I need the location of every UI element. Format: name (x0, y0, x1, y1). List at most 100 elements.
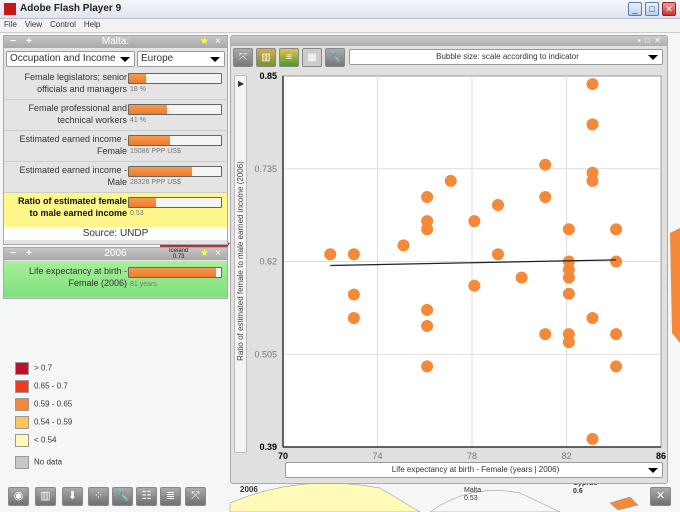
data-point (610, 255, 623, 268)
data-point (562, 223, 575, 236)
data-point (515, 271, 528, 284)
legend-item: 0.54 - 0.59 (15, 416, 72, 429)
indicator-bar (128, 267, 222, 278)
menu-bar: File View Control Help (0, 19, 680, 33)
wrench-icon[interactable]: 🔧 (325, 48, 345, 67)
close-panel-icon[interactable]: × (215, 248, 221, 260)
list-icon[interactable]: ≣ (160, 487, 181, 506)
data-point (421, 320, 434, 333)
indicator-row[interactable]: Ratio of estimated female to male earned… (4, 193, 227, 228)
legend-item: 0.59 - 0.65 (15, 398, 72, 411)
data-point (562, 271, 575, 284)
data-point (347, 311, 360, 324)
year-title: 2006 (104, 248, 127, 259)
download-icon[interactable]: ⬇ (62, 487, 83, 506)
collapse-button[interactable]: − (10, 36, 16, 48)
bar-chart-icon[interactable]: ▥ (256, 48, 276, 67)
indicator-label: Female professional and technical worker… (28, 103, 127, 125)
y-tick-label: 0.85 (259, 71, 277, 81)
legend-label: 0.54 - 0.59 (34, 417, 73, 427)
close-button[interactable]: ✕ (662, 2, 676, 16)
x-tick-label: 82 (561, 451, 571, 461)
indicator-bar (128, 104, 222, 115)
indicator-bar (128, 197, 222, 208)
legend-label: > 0.7 (34, 363, 53, 373)
data-point (562, 336, 575, 349)
legend-swatch (15, 456, 29, 469)
bubble-size-select[interactable]: Bubble size: scale according to indicato… (349, 49, 663, 65)
region-select[interactable]: Europe (137, 51, 225, 67)
data-point (586, 78, 599, 91)
maximize-button[interactable]: □ (645, 2, 659, 16)
y-axis-label: Ratio of estimated female to male earned… (236, 161, 245, 361)
indicator-row[interactable]: Estimated earned income - Male 28328 PPP … (4, 162, 227, 193)
expand-button[interactable]: + (26, 36, 32, 48)
bar-chart-icon[interactable]: ▥ (35, 487, 56, 506)
data-point (421, 303, 434, 316)
menu-file[interactable]: File (0, 19, 21, 30)
indicator-label: Estimated earned income - Female (19, 134, 127, 156)
data-point (397, 239, 410, 252)
minimize-chart-icon[interactable]: ▪ (638, 36, 641, 45)
legend-label: No data (34, 457, 63, 467)
indicator-row[interactable]: Female legislators; senior officials and… (4, 69, 227, 100)
source-label: Source: UNDP (4, 227, 227, 240)
legend-item: < 0.54 (15, 434, 56, 447)
indicator-fill (129, 167, 192, 176)
scatter-view-icon[interactable]: ▦ (302, 48, 322, 67)
data-point (491, 248, 504, 261)
maximize-chart-icon[interactable]: □ (645, 36, 650, 45)
indicator-value: 41 % (130, 117, 146, 124)
eye-icon[interactable]: ◉ (8, 487, 29, 506)
indicator-row[interactable]: Estimated earned income - Female 15086 PP… (4, 131, 227, 162)
close-panel-icon[interactable]: × (215, 36, 221, 48)
star-icon[interactable]: ★ (200, 36, 209, 48)
indicator-bar (128, 135, 222, 146)
fullscreen-icon[interactable]: ⤧ (185, 487, 206, 506)
fullscreen-icon[interactable]: ⤧ (233, 48, 253, 67)
indicator-fill (129, 136, 171, 145)
close-chart-icon[interactable]: ✕ (654, 36, 661, 45)
y-tick-label: 0.735 (254, 164, 277, 174)
indicator-value: 0.53 (130, 210, 144, 217)
data-point (421, 223, 434, 236)
data-point (610, 360, 623, 373)
chevron-down-icon (120, 57, 130, 62)
collapse-button[interactable]: − (10, 248, 16, 260)
scatter-chart: 70 74 78 82 86 0.39 0.505 0.62 0.735 0.85 Ratio of… (236, 71, 666, 461)
menu-view[interactable]: View (21, 19, 46, 30)
category-select[interactable]: Occupation and Income (6, 51, 135, 67)
chart-window: ▪ □ ✕ ⤧ ▥ ≡ ▦ 🔧 Bubble size: scale accor… (230, 35, 668, 484)
country-title: Malta: (101, 36, 130, 47)
chevron-down-icon (648, 55, 658, 60)
bubble-size-value: Bubble size: scale according to indicato… (436, 52, 579, 61)
menu-help[interactable]: Help (80, 19, 104, 30)
map-label-iceland: Iceland 0.73 (169, 248, 189, 260)
data-point (539, 328, 552, 341)
indicator-value: 15086 PPP US$ (130, 148, 181, 155)
data-point (444, 174, 457, 187)
legend-item: 0.65 - 0.7 (15, 380, 68, 393)
chevron-down-icon (210, 57, 220, 62)
indicator-label: Ratio of estimated female to male earned… (17, 196, 127, 218)
bar-horizontal-icon[interactable]: ≡ (279, 48, 299, 67)
menu-control[interactable]: Control (46, 19, 80, 30)
indicator-value: 28328 PPP US$ (130, 179, 181, 186)
life-expectancy-indicator[interactable]: Life expectancy at birth - Female (2006)… (4, 261, 227, 298)
scatter-icon[interactable]: ⁘ (88, 487, 109, 506)
data-point (586, 432, 599, 445)
country-panel: − + Malta: ★ × Occupation and Income Eur… (3, 35, 228, 245)
data-point (586, 311, 599, 324)
expand-button[interactable]: + (26, 248, 32, 260)
star-icon[interactable]: ★ (200, 248, 209, 260)
year-panel-header: − + 2006 Iceland 0.73 ★ × (4, 248, 227, 260)
data-point (610, 223, 623, 236)
indicator-fill (129, 198, 156, 207)
country-panel-header: − + Malta: ★ × (4, 36, 227, 48)
indicator-row[interactable]: Female professional and technical worker… (4, 100, 227, 131)
wrench-icon[interactable]: 🔧 (112, 487, 133, 506)
title-bar: Adobe Flash Player 9 _ □ ✕ (0, 0, 680, 19)
minimize-button[interactable]: _ (628, 2, 642, 16)
table-icon[interactable]: ☷ (136, 487, 157, 506)
legend-label: 0.65 - 0.7 (34, 381, 68, 391)
